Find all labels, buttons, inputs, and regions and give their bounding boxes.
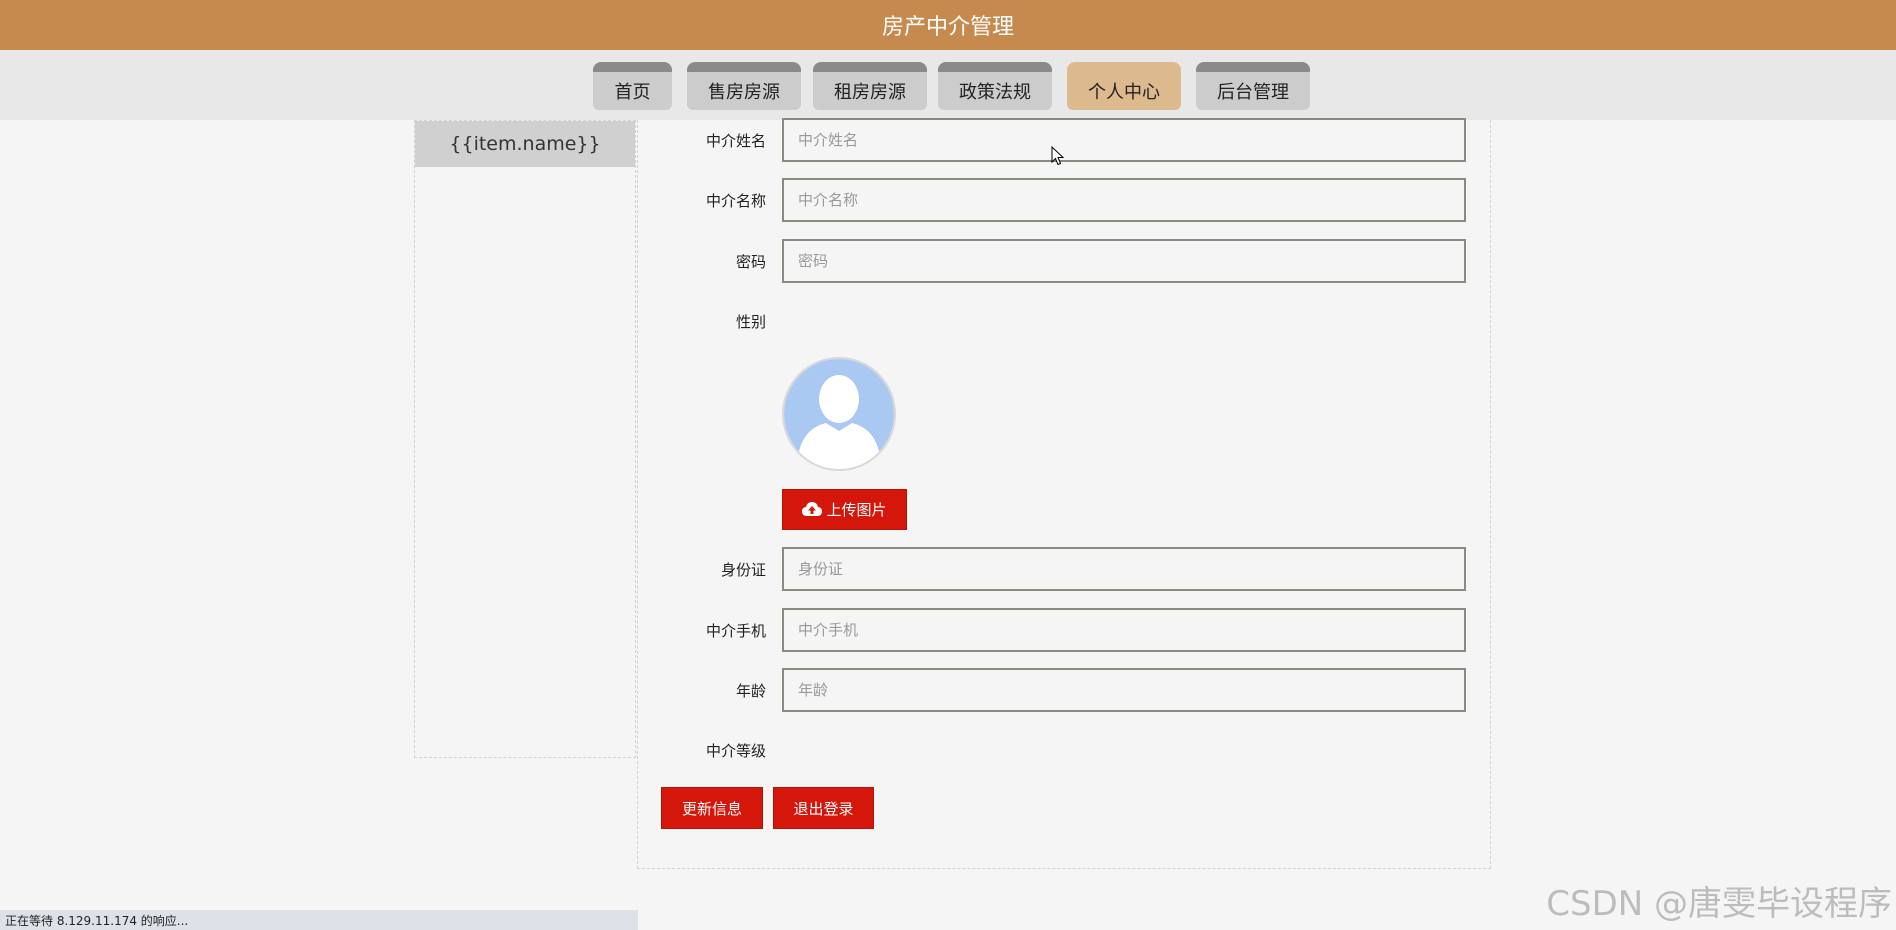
app-title-bar: 房产中介管理 [0,0,1896,50]
password-label: 密码 [735,253,766,271]
sidebar-item[interactable]: {{item.name}} [415,121,635,167]
browser-status-bar: 正在等待 8.129.11.174 的响应... [0,910,638,930]
nav-item-policies[interactable]: 政策法规 [938,62,1052,110]
id-card-label: 身份证 [720,561,766,579]
avatar [782,357,896,471]
phone-label: 中介手机 [705,622,766,640]
agency-name-input[interactable] [782,178,1466,222]
gender-label: 性别 [735,313,766,331]
age-label: 年龄 [735,682,766,700]
app-title: 房产中介管理 [881,15,1014,40]
status-text: 正在等待 8.129.11.174 的响应... [5,913,189,928]
nav-item-sale-listings[interactable]: 售房房源 [687,62,801,110]
mouse-cursor-icon [1051,146,1065,166]
phone-input[interactable] [782,608,1466,652]
agent-name-label: 中介姓名 [705,132,766,150]
nav-item-personal-center[interactable]: 个人中心 [1067,62,1181,110]
agent-name-input[interactable] [782,118,1466,162]
cloud-upload-icon [802,501,823,516]
password-input[interactable] [782,239,1466,283]
update-info-button[interactable]: 更新信息 [661,787,763,829]
logout-button[interactable]: 退出登录 [773,787,874,829]
main-nav: 首页 售房房源 租房房源 政策法规 个人中心 后台管理 [0,50,1896,120]
person-silhouette-icon [784,359,894,469]
upload-image-button[interactable]: 上传图片 [782,489,907,530]
nav-item-admin[interactable]: 后台管理 [1196,62,1310,110]
sidebar: {{item.name}} [414,120,636,758]
age-input[interactable] [782,668,1466,712]
upload-image-label: 上传图片 [826,501,887,519]
id-card-input[interactable] [782,547,1466,591]
agency-name-label: 中介名称 [705,192,766,210]
nav-item-home[interactable]: 首页 [593,62,672,110]
agent-level-label: 中介等级 [705,742,766,760]
watermark: CSDN @唐雯毕设程序 [1546,884,1892,924]
nav-item-rental-listings[interactable]: 租房房源 [813,62,927,110]
